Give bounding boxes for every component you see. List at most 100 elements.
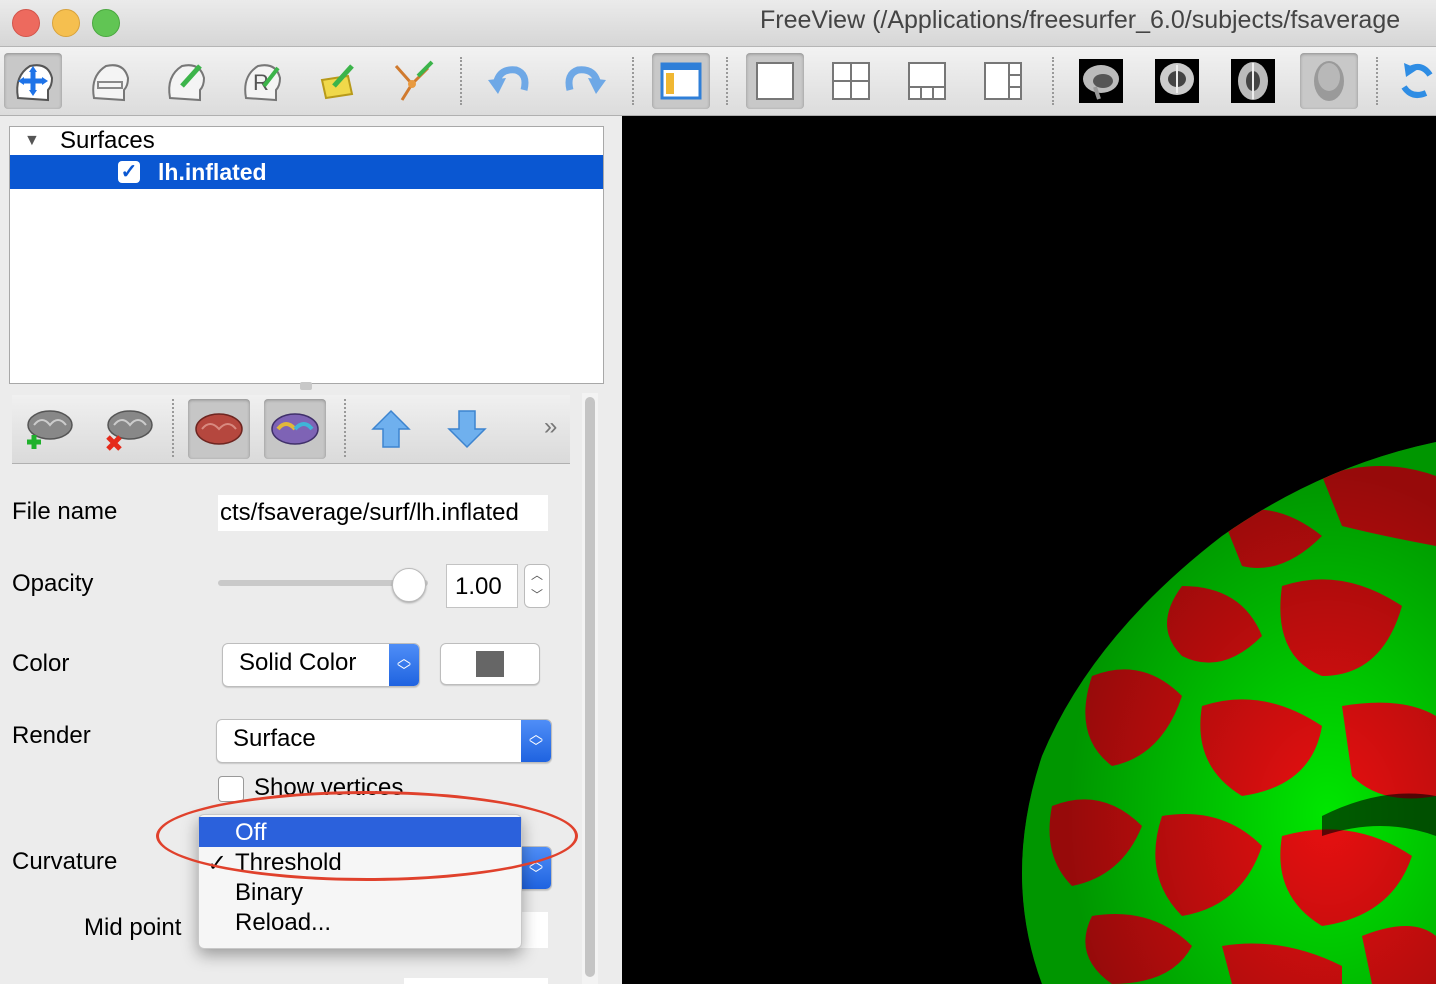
render-value: Surface bbox=[233, 725, 316, 752]
voxel-edit-icon bbox=[92, 64, 130, 102]
roi-edit-tool-button[interactable]: R bbox=[232, 53, 290, 109]
menu-item-label: Reload... bbox=[235, 909, 332, 936]
arrow-down-icon bbox=[447, 410, 487, 449]
undo-button[interactable] bbox=[480, 53, 538, 109]
undo-icon bbox=[488, 66, 529, 94]
disclosure-triangle-icon[interactable]: ▼ bbox=[24, 132, 40, 150]
file-name-field[interactable]: cts/fsaverage/surf/lh.inflated bbox=[218, 495, 548, 531]
toolbar-separator bbox=[726, 57, 728, 105]
roi-edit-icon: R bbox=[244, 64, 282, 102]
color-label: Color bbox=[12, 650, 70, 677]
mid-point-label: Mid point bbox=[84, 914, 182, 941]
refresh-icon bbox=[1401, 63, 1433, 98]
arrow-up-icon bbox=[371, 409, 411, 448]
recon-edit-icon bbox=[168, 64, 206, 102]
voxel-edit-tool-button[interactable] bbox=[80, 53, 138, 109]
menu-item-threshold[interactable]: ✓ Threshold bbox=[199, 847, 521, 877]
opacity-label: Opacity bbox=[12, 570, 94, 597]
show-vertices-checkbox[interactable] bbox=[218, 776, 244, 802]
path-tool-button[interactable] bbox=[384, 53, 442, 109]
render-viewport[interactable] bbox=[622, 116, 1436, 984]
more-tools-chevron-icon[interactable]: » bbox=[544, 413, 557, 441]
layer-group-label: Surfaces bbox=[60, 127, 155, 154]
surface-color-button[interactable] bbox=[188, 399, 250, 459]
layer-item-name: lh.inflated bbox=[158, 159, 267, 185]
panel-scrollbar[interactable] bbox=[582, 393, 598, 984]
navigate-head-icon bbox=[16, 64, 54, 102]
view-3d-button[interactable] bbox=[1300, 53, 1358, 109]
add-surface-button[interactable] bbox=[16, 399, 78, 459]
zoom-button[interactable] bbox=[92, 9, 120, 37]
layer-toolbar: » bbox=[12, 395, 570, 464]
main-toolbar: R bbox=[0, 47, 1436, 116]
color-swatch bbox=[476, 651, 504, 677]
splitter-handle[interactable] bbox=[300, 382, 312, 390]
menu-item-off[interactable]: Off bbox=[199, 817, 521, 847]
layer-tree[interactable]: ▼ Surfaces ✓ lh.inflated bbox=[9, 126, 604, 384]
render-label: Render bbox=[12, 722, 91, 749]
show-vertices-label: Show vertices bbox=[254, 774, 404, 801]
panel-scrollbar-thumb[interactable] bbox=[585, 397, 595, 977]
color-mode-select[interactable]: Solid Color ︿ ﹀ bbox=[222, 643, 420, 687]
layout-1-3-horizontal-icon bbox=[984, 62, 1022, 100]
redo-icon bbox=[565, 66, 606, 94]
select-arrows-icon: ︿ ﹀ bbox=[521, 847, 551, 889]
toolbar-separator bbox=[632, 57, 634, 105]
point-set-edit-icon bbox=[320, 64, 354, 100]
move-up-button[interactable] bbox=[360, 399, 422, 459]
move-down-button[interactable] bbox=[436, 399, 498, 459]
layout-1-3-button[interactable] bbox=[898, 53, 956, 109]
select-arrows-icon: ︿ ﹀ bbox=[389, 644, 419, 686]
surface-overlay-button[interactable] bbox=[264, 399, 326, 459]
redo-button[interactable] bbox=[556, 53, 614, 109]
inflated-surface bbox=[1022, 442, 1436, 984]
next-field[interactable] bbox=[404, 978, 548, 984]
remove-surface-button[interactable] bbox=[96, 399, 158, 459]
layout-1-3-horizontal-button[interactable] bbox=[974, 53, 1032, 109]
layer-item-lh-inflated[interactable]: ✓ lh.inflated bbox=[10, 155, 603, 189]
brain-red-icon bbox=[195, 413, 243, 445]
toggle-panel-button[interactable] bbox=[652, 53, 710, 109]
navigate-tool-button[interactable] bbox=[4, 53, 62, 109]
layout-1-3-icon bbox=[908, 62, 946, 100]
color-swatch-button[interactable] bbox=[440, 643, 540, 685]
recon-edit-tool-button[interactable] bbox=[156, 53, 214, 109]
layout-1x1-icon bbox=[756, 62, 794, 100]
layout-1x1-button[interactable] bbox=[746, 53, 804, 109]
view-coronal-button[interactable] bbox=[1148, 53, 1206, 109]
menu-item-binary[interactable]: Binary bbox=[199, 877, 521, 907]
curvature-menu: Off ✓ Threshold Binary Reload... bbox=[198, 814, 522, 949]
curvature-label: Curvature bbox=[12, 848, 118, 875]
reset-view-button[interactable] bbox=[1396, 53, 1436, 109]
layout-2x2-icon bbox=[832, 62, 870, 100]
close-button[interactable] bbox=[12, 9, 40, 37]
opacity-spinbox[interactable]: 1.00 bbox=[446, 564, 518, 608]
opacity-slider-handle[interactable] bbox=[392, 568, 426, 602]
brain-remove-icon bbox=[106, 410, 153, 451]
menu-item-reload[interactable]: Reload... bbox=[199, 907, 521, 937]
layer-group-surfaces[interactable]: ▼ Surfaces bbox=[10, 127, 603, 154]
point-set-edit-tool-button[interactable] bbox=[308, 53, 366, 109]
brain-add-icon bbox=[27, 410, 73, 449]
window-title: FreeView (/Applications/freesurfer_6.0/s… bbox=[760, 6, 1401, 34]
path-icon bbox=[394, 60, 434, 101]
coronal-brain-icon bbox=[1155, 59, 1199, 103]
layout-2x2-button[interactable] bbox=[822, 53, 880, 109]
menu-item-label: Threshold bbox=[235, 849, 342, 876]
panel-layout-icon bbox=[660, 62, 702, 100]
view-axial-button[interactable] bbox=[1224, 53, 1282, 109]
opacity-stepper-icon[interactable]: ︿ ﹀ bbox=[524, 564, 550, 608]
title-bar: FreeView (/Applications/freesurfer_6.0/s… bbox=[0, 0, 1436, 47]
menu-item-label: Off bbox=[235, 819, 267, 846]
select-arrows-icon: ︿ ﹀ bbox=[521, 720, 551, 762]
minimize-button[interactable] bbox=[52, 9, 80, 37]
view-sagittal-button[interactable] bbox=[1072, 53, 1130, 109]
sagittal-brain-icon bbox=[1079, 59, 1123, 103]
layer-visible-checkbox[interactable]: ✓ bbox=[118, 161, 140, 183]
brain-overlay-icon bbox=[271, 413, 319, 445]
toolbar-separator bbox=[460, 57, 462, 105]
toolbar-separator bbox=[1376, 57, 1378, 105]
render-select[interactable]: Surface ︿ ﹀ bbox=[216, 719, 552, 763]
head-3d-icon bbox=[1314, 61, 1344, 101]
axial-brain-icon bbox=[1231, 59, 1275, 103]
